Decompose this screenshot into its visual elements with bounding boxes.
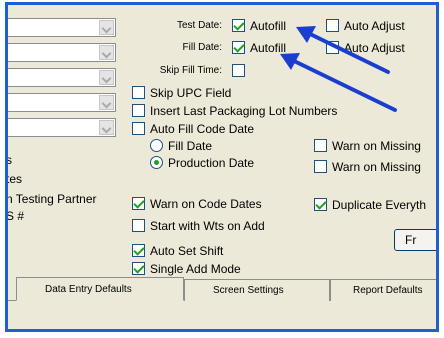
fill-date-radio-label: Fill Date: [168, 139, 213, 153]
left-label-1: s: [6, 153, 12, 167]
tab-screen-settings-label: Screen Settings: [213, 285, 284, 296]
test-date-auto-adjust-checkbox[interactable]: [326, 19, 339, 32]
auto-fill-code-date-label: Auto Fill Code Date: [150, 122, 255, 136]
duplicate-everything-checkbox[interactable]: [314, 198, 327, 211]
production-date-radio[interactable]: [150, 156, 163, 169]
fr-button[interactable]: Fr: [394, 229, 436, 251]
warn-code-dates-checkbox[interactable]: [132, 197, 145, 210]
dropdown-arrow-icon[interactable]: [99, 45, 114, 60]
single-add-mode-checkbox[interactable]: [132, 262, 145, 275]
insert-last-lot-label: Insert Last Packaging Lot Numbers: [150, 104, 338, 118]
auto-set-shift-label: Auto Set Shift: [150, 244, 224, 258]
fill-date-auto-adjust-checkbox[interactable]: [326, 41, 339, 54]
warn-missing-2-label: Warn on Missing: [332, 160, 421, 174]
tab-report-defaults-label: Report Defaults: [353, 285, 423, 296]
left-label-4: S #: [6, 209, 25, 223]
tab-data-entry-defaults[interactable]: Data Entry Defaults: [16, 277, 184, 301]
duplicate-everything-label: Duplicate Everyth: [332, 198, 427, 212]
tab-data-entry-defaults-label: Data Entry Defaults: [45, 284, 132, 295]
insert-last-lot-checkbox[interactable]: [132, 104, 145, 117]
fr-button-label: Fr: [405, 233, 417, 247]
fill-date-autofill-label: Autofill: [250, 41, 287, 55]
start-with-wts-checkbox[interactable]: [132, 219, 145, 232]
test-date-label: Test Date:: [176, 20, 222, 31]
warn-missing-2-checkbox[interactable]: [314, 160, 327, 173]
test-date-auto-adjust-label: Auto Adjust: [344, 19, 405, 33]
dropdown-3[interactable]: [8, 68, 116, 87]
single-add-mode-label: Single Add Mode: [150, 262, 241, 276]
dropdown-1[interactable]: [8, 18, 116, 37]
skip-upc-checkbox[interactable]: [132, 86, 145, 99]
skip-upc-label: Skip UPC Field: [150, 86, 232, 100]
test-date-autofill-checkbox[interactable]: [232, 19, 245, 32]
fill-date-radio[interactable]: [150, 139, 163, 152]
fill-date-auto-adjust-label: Auto Adjust: [344, 41, 405, 55]
dropdown-2[interactable]: [8, 43, 116, 62]
production-date-radio-label: Production Date: [168, 156, 255, 170]
fill-date-autofill-checkbox[interactable]: [232, 41, 245, 54]
settings-panel: s tes n Testing Partner S # Test Date: A…: [5, 2, 439, 332]
left-label-3: n Testing Partner: [6, 192, 97, 206]
left-label-2: tes: [6, 172, 23, 186]
test-date-autofill-label: Autofill: [250, 19, 287, 33]
start-with-wts-label: Start with Wts on Add: [150, 219, 265, 233]
auto-set-shift-checkbox[interactable]: [132, 244, 145, 257]
tab-report-defaults[interactable]: Report Defaults: [330, 279, 436, 301]
tab-content-area: [8, 301, 436, 329]
warn-code-dates-label: Warn on Code Dates: [150, 197, 262, 211]
fill-date-label: Fill Date:: [182, 42, 222, 53]
auto-fill-code-date-checkbox[interactable]: [132, 122, 145, 135]
tab-screen-settings[interactable]: Screen Settings: [184, 279, 330, 301]
dropdown-arrow-icon[interactable]: [99, 95, 114, 110]
warn-missing-1-label: Warn on Missing: [332, 139, 421, 153]
dropdown-arrow-icon[interactable]: [99, 120, 114, 135]
dropdown-4[interactable]: [8, 93, 116, 112]
skip-fill-time-label: Skip Fill Time:: [159, 65, 222, 76]
warn-missing-1-checkbox[interactable]: [314, 139, 327, 152]
skip-fill-time-checkbox[interactable]: [232, 64, 245, 77]
dropdown-arrow-icon[interactable]: [99, 20, 114, 35]
dropdown-arrow-icon[interactable]: [99, 70, 114, 85]
dropdown-5[interactable]: [8, 118, 116, 137]
